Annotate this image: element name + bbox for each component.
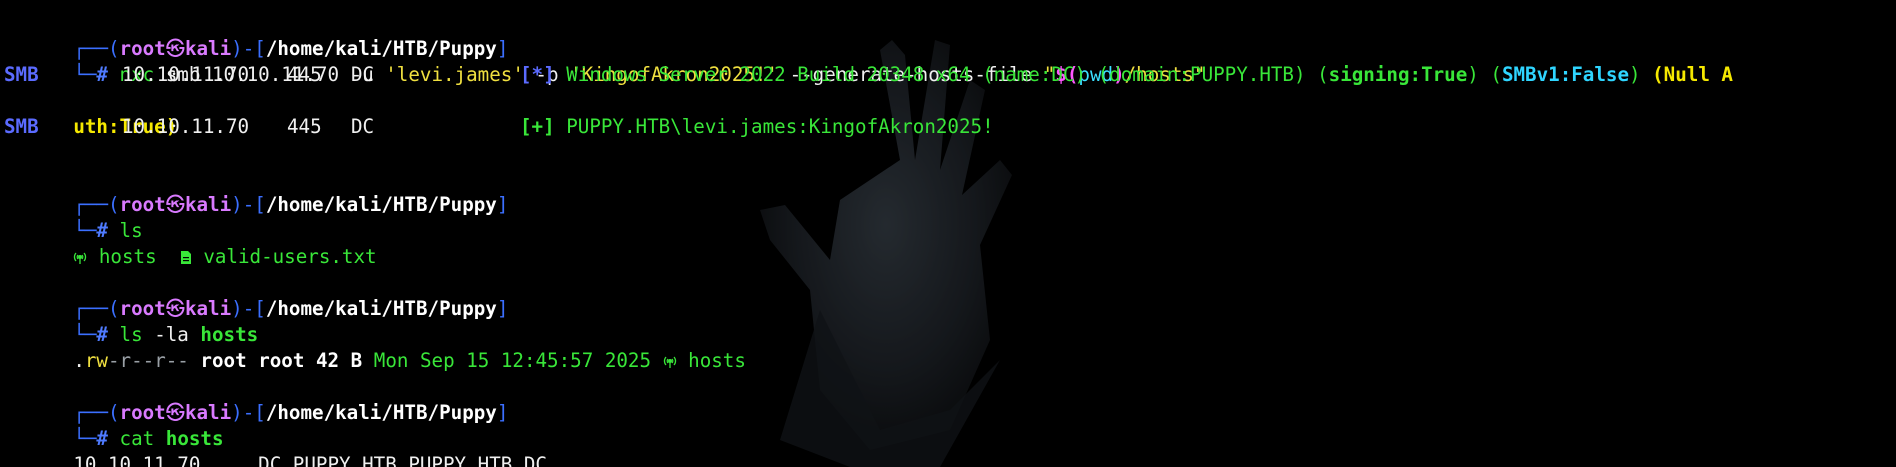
prompt-line-top: ┌──(root㉿kali)-[/home/kali/HTB/Puppy]: [4, 270, 1896, 320]
command-line[interactable]: └─# cat hosts: [4, 400, 1896, 450]
port: 445: [287, 115, 322, 138]
separator: ) (: [1467, 63, 1502, 86]
info-marker: [*]: [520, 63, 555, 86]
protocol-label: SMB: [4, 63, 39, 86]
command-line[interactable]: └─# nxc smb 10.10.11.70 -u 'levi.james' …: [4, 36, 1896, 86]
port: 445: [287, 63, 322, 86]
terminal-window[interactable]: ┌──(root㉿kali)-[/home/kali/HTB/Puppy] └─…: [0, 0, 1896, 467]
host-name: DC: [351, 115, 375, 138]
hosts-ip: 10.10.11.70: [73, 453, 201, 467]
separator: ): [1629, 63, 1653, 86]
smbv1-status: SMBv1:False: [1501, 63, 1630, 86]
cat-output-row: 10.10.11.70 DC.PUPPY.HTB PUPPY.HTB DC: [4, 426, 1896, 467]
prompt-line-top: ┌──(root㉿kali)-[/home/kali/HTB/Puppy]: [4, 10, 1896, 60]
nxc-output-row: SMB 10.10.11.70 445 DC [+] PUPPY.HTB\lev…: [4, 114, 1896, 140]
nxc-output-row: SMB 10.10.11.70 445 DC [*] Windows Serve…: [4, 62, 1896, 88]
nxc-output-wrap: uth:True): [4, 88, 1896, 138]
ip-address: 10.10.11.70: [122, 63, 250, 86]
protocol-label: SMB: [4, 115, 39, 138]
credential-info: PUPPY.HTB\levi.james:KingofAkron2025!: [566, 115, 994, 138]
prompt-line-top: ┌──(root㉿kali)-[/home/kali/HTB/Puppy]: [4, 166, 1896, 216]
command-line[interactable]: └─# ls -la hosts: [4, 296, 1896, 346]
ls-la-output-row: .rw-r--r-- root root 42 B Mon Sep 15 12:…: [4, 322, 1896, 372]
null-auth-status: (Null A: [1652, 63, 1733, 86]
host-name: DC: [351, 63, 375, 86]
signing-status: signing:True: [1328, 63, 1468, 86]
command-line[interactable]: └─# ls: [4, 192, 1896, 242]
hosts-names: DC.PUPPY.HTB PUPPY.HTB DC: [258, 453, 547, 467]
ls-output-row: hosts valid-users.txt: [4, 218, 1896, 268]
terminal-output: ┌──(root㉿kali)-[/home/kali/HTB/Puppy] └─…: [4, 10, 1896, 467]
success-marker: [+]: [520, 115, 555, 138]
server-info: Windows Server 2022 Build 20348 x64 (nam…: [566, 63, 1329, 86]
prompt-line-top: ┌──(root㉿kali)-[/home/kali/HTB/Puppy]: [4, 374, 1896, 424]
ip-address: 10.10.11.70: [122, 115, 250, 138]
